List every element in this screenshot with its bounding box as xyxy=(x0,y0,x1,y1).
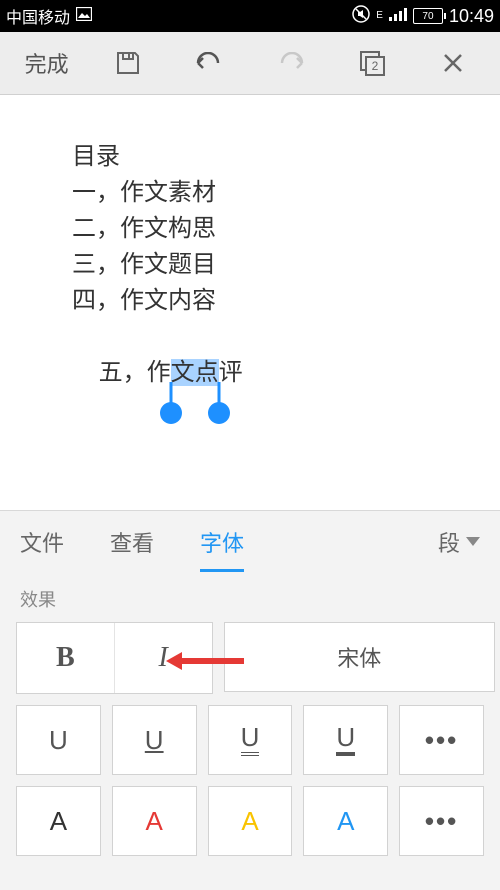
pages-button[interactable]: 2 xyxy=(331,49,412,77)
color-blue-button[interactable]: A xyxy=(303,786,388,856)
document-area[interactable]: 目录 一，作文素材 二，作文构思 三，作文题目 四，作文内容 五，作文点评 xyxy=(0,95,500,510)
underline-thick-button[interactable]: U xyxy=(303,705,388,775)
chevron-down-icon xyxy=(466,537,480,546)
doc-line: 目录 xyxy=(72,139,482,175)
selection-handle-right[interactable] xyxy=(208,402,230,424)
text-selection[interactable]: 文点 xyxy=(171,359,219,386)
signal-icon xyxy=(389,7,407,26)
save-button[interactable] xyxy=(87,50,168,76)
tab-view[interactable]: 查看 xyxy=(110,511,154,572)
selection-handle-left[interactable] xyxy=(160,402,182,424)
network-type: E xyxy=(376,11,383,21)
carrier-label: 中国移动 xyxy=(6,4,70,28)
doc-line: 一，作文素材 xyxy=(72,175,482,211)
tab-paragraph[interactable]: 段 xyxy=(438,511,480,572)
underline-single-button[interactable]: U xyxy=(112,705,197,775)
color-red-button[interactable]: A xyxy=(112,786,197,856)
color-more-button[interactable]: ••• xyxy=(399,786,484,856)
color-yellow-button[interactable]: A xyxy=(208,786,293,856)
editor-toolbar: 完成 2 xyxy=(0,32,500,95)
doc-line: 三，作文题目 xyxy=(72,247,482,283)
battery-icon: 70 xyxy=(413,8,443,24)
font-family-button[interactable]: 宋体 xyxy=(224,622,495,692)
done-label: 完成 xyxy=(25,47,69,79)
svg-text:2: 2 xyxy=(372,59,379,73)
underline-more-button[interactable]: ••• xyxy=(399,705,484,775)
doc-line: 五，作文点评 xyxy=(72,319,482,427)
format-tabs: 文件 查看 字体 段 xyxy=(0,510,500,572)
redo-button[interactable] xyxy=(250,52,331,74)
underline-double-button[interactable]: U xyxy=(208,705,293,775)
tab-font[interactable]: 字体 xyxy=(200,511,244,572)
clock: 10:49 xyxy=(449,6,494,27)
doc-text: 五，作 xyxy=(99,359,171,386)
color-black-button[interactable]: A xyxy=(16,786,101,856)
status-bar: 中国移动 E 70 10:49 xyxy=(0,0,500,32)
done-button[interactable]: 完成 xyxy=(6,47,87,79)
tab-paragraph-label: 段 xyxy=(438,526,460,558)
bold-button[interactable]: B xyxy=(17,623,114,693)
section-label: 效果 xyxy=(16,586,484,612)
undo-button[interactable] xyxy=(169,52,250,74)
tab-file[interactable]: 文件 xyxy=(20,511,64,572)
mute-icon xyxy=(352,5,370,28)
close-button[interactable] xyxy=(413,52,494,74)
italic-button[interactable]: I xyxy=(114,623,212,693)
font-panel: 效果 B I 宋体 U U U U ••• A A A A ••• xyxy=(0,572,500,890)
underline-none-button[interactable]: U xyxy=(16,705,101,775)
doc-line: 二，作文构思 xyxy=(72,211,482,247)
gallery-icon xyxy=(76,7,92,26)
doc-text: 评 xyxy=(219,359,243,386)
doc-line: 四，作文内容 xyxy=(72,283,482,319)
